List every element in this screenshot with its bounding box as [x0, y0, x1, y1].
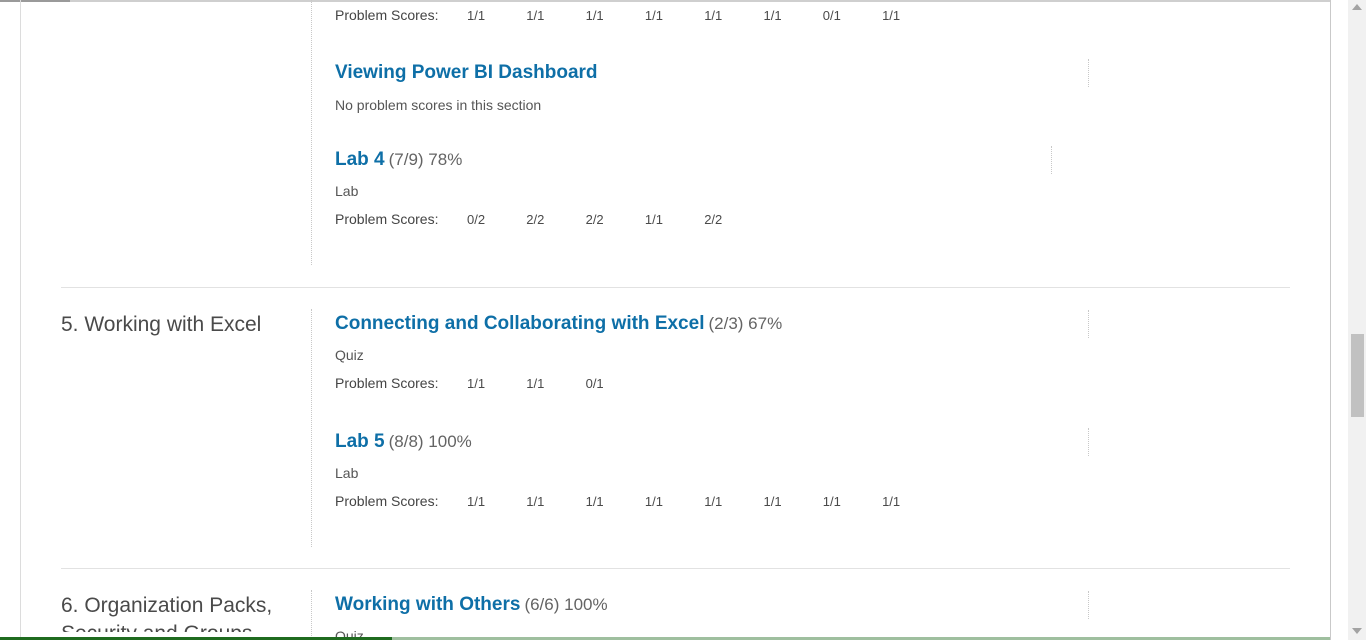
- section-title-connecting-excel: Connecting and Collaborating with Excel(…: [335, 312, 782, 335]
- problem-score: 1/1: [467, 376, 486, 391]
- problem-scores-label: Problem Scores:: [335, 211, 439, 227]
- chapter-separator: [61, 568, 1290, 569]
- problem-score: 1/1: [644, 494, 663, 509]
- chapter-sections-rule: [311, 590, 312, 640]
- problem-score: 1/1: [526, 376, 545, 391]
- content-right-border: [1330, 0, 1331, 640]
- section-divider-mark: [1051, 146, 1052, 174]
- section-title-lab-5: Lab 5 (8/8) 100%: [335, 430, 472, 453]
- scroll-up-arrow-icon[interactable]: [1352, 4, 1362, 10]
- problem-scores-label: Problem Scores:: [335, 493, 439, 509]
- section-title-viewing-power-bi: Viewing Power BI Dashboard: [335, 61, 598, 84]
- section-link-working-with-others[interactable]: Working with Others: [335, 594, 520, 615]
- section-title-working-with-others: Working with Others (6/6) 100%: [335, 593, 608, 616]
- problem-scores-row: Problem Scores: 1/1 1/1 1/1 1/1 1/1 1/1 1/1 1/1: [335, 493, 941, 513]
- top-border-accent: [0, 0, 70, 2]
- problem-score: 1/1: [467, 494, 486, 509]
- problem-score: 1/1: [644, 212, 663, 227]
- section-type: Quiz: [335, 347, 364, 363]
- section-divider-mark: [1088, 428, 1089, 456]
- section-divider-mark: [1088, 310, 1089, 338]
- section-link-lab-4[interactable]: Lab 4: [335, 149, 385, 170]
- chapter-separator: [61, 287, 1290, 288]
- section-divider-mark: [1088, 591, 1089, 619]
- problem-score: 0/1: [585, 376, 604, 391]
- section-divider-mark: [1088, 59, 1089, 87]
- section-type: Lab: [335, 183, 359, 199]
- scroll-down-arrow-icon[interactable]: [1352, 628, 1362, 634]
- chapter-sections-rule: [311, 0, 312, 265]
- vertical-scrollbar[interactable]: [1348, 0, 1366, 640]
- problem-score: 1/1: [585, 8, 604, 23]
- problem-score: 1/1: [822, 494, 841, 509]
- problem-score: 1/1: [704, 494, 723, 509]
- section-note: No problem scores in this section: [335, 97, 542, 113]
- problem-score: 1/1: [882, 494, 901, 509]
- problem-scores-row: Problem Scores: 0/2 2/2 2/2 1/1 2/2: [335, 211, 763, 231]
- section-title-lab-4: Lab 4 (7/9) 78%: [335, 148, 462, 171]
- problem-scores-label: Problem Scores:: [335, 7, 439, 23]
- section-score: (2/3) 67%: [708, 314, 783, 333]
- section-link-connecting-excel[interactable]: Connecting and Collaborating with Excel: [335, 313, 704, 334]
- problem-score: 2/2: [526, 212, 545, 227]
- top-border: [0, 0, 1330, 2]
- scrollbar-thumb[interactable]: [1351, 334, 1364, 417]
- problem-score: 2/2: [585, 212, 604, 227]
- section-type: Quiz: [335, 628, 364, 637]
- problem-scores-row: Problem Scores: 1/1 1/1 1/1 1/1 1/1 1/1 0/1 1/1: [335, 7, 941, 27]
- section-link-lab-5[interactable]: Lab 5: [335, 431, 385, 452]
- problem-score: 1/1: [704, 8, 723, 23]
- problem-score: 0/2: [467, 212, 486, 227]
- problem-score: 1/1: [526, 8, 545, 23]
- problem-score: 0/1: [822, 8, 841, 23]
- problem-score: 1/1: [467, 8, 486, 23]
- chapter-title-5: 5. Working with Excel: [61, 313, 262, 336]
- section-type: Lab: [335, 465, 359, 481]
- problem-score: 2/2: [704, 212, 723, 227]
- problem-score: 1/1: [585, 494, 604, 509]
- section-score: (7/9) 78%: [388, 150, 463, 169]
- section-link-viewing-power-bi[interactable]: Viewing Power BI Dashboard: [335, 62, 598, 83]
- problem-score: 1/1: [526, 494, 545, 509]
- problem-score: 1/1: [763, 494, 782, 509]
- section-score: (6/6) 100%: [524, 595, 608, 614]
- section-score: (8/8) 100%: [388, 432, 472, 451]
- problem-scores-row: Problem Scores: 1/1 1/1 0/1: [335, 375, 645, 395]
- problem-scores-label: Problem Scores:: [335, 375, 439, 391]
- content-left-border: [20, 0, 21, 640]
- problem-score: 1/1: [882, 8, 901, 23]
- problem-score: 1/1: [763, 8, 782, 23]
- chapter-sections-rule: [311, 309, 312, 547]
- problem-score: 1/1: [644, 8, 663, 23]
- chapter-title-6: 6. Organization Packs, Security and Grou…: [61, 594, 273, 632]
